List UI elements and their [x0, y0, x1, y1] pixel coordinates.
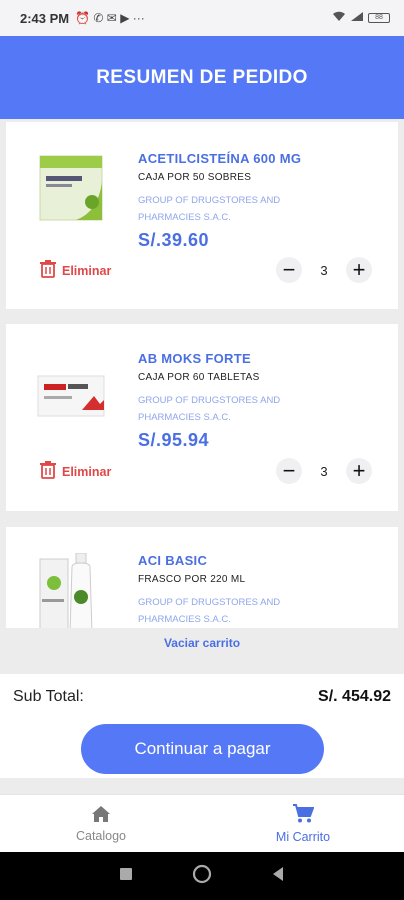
- page-title: RESUMEN DE PEDIDO: [96, 66, 308, 88]
- clear-cart-link[interactable]: Vaciar carrito: [0, 636, 404, 650]
- product-description: CAJA POR 50 SOBRES: [138, 172, 252, 183]
- subtotal-panel: Sub Total: S/. 454.92 Continuar a pagar: [0, 674, 404, 778]
- product-vendor: GROUP OF DRUGSTORES AND PHARMACIES S.A.C…: [138, 195, 281, 223]
- delete-button[interactable]: Eliminar: [40, 260, 111, 281]
- minus-icon: −: [282, 257, 296, 282]
- minus-icon: −: [282, 458, 296, 483]
- product-description: CAJA POR 60 TABLETAS: [138, 372, 260, 383]
- increase-button[interactable]: +: [346, 257, 372, 283]
- trash-icon: [40, 461, 56, 482]
- bottom-nav: Catalogo Mi Carrito: [0, 794, 404, 852]
- cart-item: ACETILCISTEÍNA 600 MG CAJA POR 50 SOBRES…: [6, 122, 398, 309]
- nav-catalog-label: Catalogo: [75, 828, 127, 843]
- signal-icon: [350, 11, 364, 25]
- decrease-button[interactable]: −: [276, 257, 302, 283]
- quantity-value: 3: [320, 463, 328, 479]
- subtotal-value: S/. 454.92: [318, 688, 391, 705]
- delete-label: Eliminar: [62, 263, 112, 278]
- product-price: S/.39.60: [138, 230, 210, 250]
- subtotal-label: Sub Total:: [13, 688, 84, 705]
- delete-button[interactable]: Eliminar: [40, 461, 111, 482]
- product-name: ACI BASIC: [138, 553, 208, 568]
- notification-icons: ⏰ ✆ ✉ ▶ ···: [75, 11, 145, 25]
- app-header: RESUMEN DE PEDIDO: [0, 36, 404, 119]
- product-image: [36, 552, 108, 628]
- cart-item: AB MOKS FORTE CAJA POR 60 TABLETAS GROUP…: [6, 324, 398, 511]
- product-image: [36, 374, 108, 418]
- product-image: [36, 152, 108, 226]
- product-name: AB MOKS FORTE: [138, 351, 251, 366]
- cart-list[interactable]: ACETILCISTEÍNA 600 MG CAJA POR 50 SOBRES…: [0, 119, 404, 628]
- recents-icon[interactable]: [119, 867, 133, 886]
- trash-icon: [40, 260, 56, 281]
- wifi-icon: [332, 11, 346, 25]
- back-icon[interactable]: [271, 866, 285, 887]
- delete-label: Eliminar: [62, 464, 112, 479]
- home-icon: [91, 805, 111, 826]
- nav-cart-label: Mi Carrito: [275, 829, 331, 844]
- status-time: 2:43 PM: [20, 10, 70, 26]
- nav-cart[interactable]: Mi Carrito: [202, 795, 404, 852]
- quantity-value: 3: [320, 262, 328, 278]
- nav-catalog[interactable]: Catalogo: [0, 795, 202, 852]
- increase-button[interactable]: +: [346, 458, 372, 484]
- quantity-stepper: − 3 +: [276, 257, 372, 283]
- continue-to-pay-button[interactable]: Continuar a pagar: [81, 724, 324, 774]
- decrease-button[interactable]: −: [276, 458, 302, 484]
- quantity-stepper: − 3 +: [276, 458, 372, 484]
- product-vendor: GROUP OF DRUGSTORES AND PHARMACIES S.A.C…: [138, 597, 281, 625]
- plus-icon: +: [352, 458, 366, 483]
- product-name: ACETILCISTEÍNA 600 MG: [138, 151, 302, 166]
- status-right: 88: [332, 11, 390, 25]
- cart-item: ACI BASIC FRASCO POR 220 ML GROUP OF DRU…: [6, 527, 398, 628]
- status-bar: 2:43 PM ⏰ ✆ ✉ ▶ ··· 88: [0, 0, 404, 36]
- product-price: S/.95.94: [138, 430, 210, 450]
- product-vendor: GROUP OF DRUGSTORES AND PHARMACIES S.A.C…: [138, 395, 281, 423]
- system-nav-bar: [0, 852, 404, 900]
- cart-icon: [292, 803, 315, 827]
- plus-icon: +: [352, 257, 366, 282]
- battery-icon: 88: [368, 13, 390, 23]
- product-description: FRASCO POR 220 ML: [138, 574, 246, 585]
- home-circle-icon[interactable]: [192, 864, 212, 889]
